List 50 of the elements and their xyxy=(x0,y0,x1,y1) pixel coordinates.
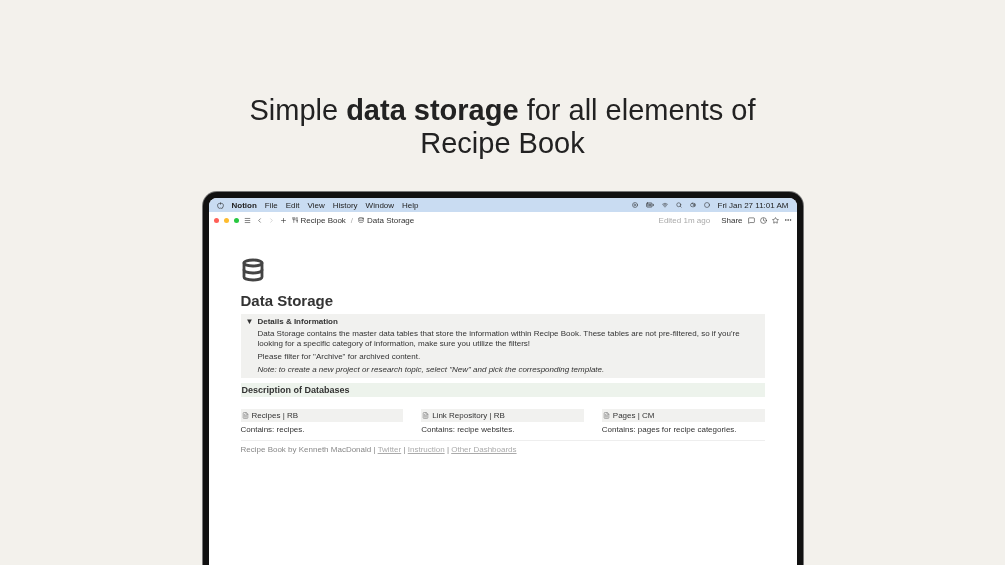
paragraph: Data Storage contains the master data tables that store the information within Recipe Book. These tables are not pre-filtered, so if you're looking for a specific category of information, make sure you utilize the filters! xyxy=(257,329,741,349)
headline: Simple data storage for all elements of Recipe Book xyxy=(248,94,757,160)
more-icon[interactable] xyxy=(783,216,792,224)
search-icon[interactable] xyxy=(675,202,682,208)
database-link[interactable]: Recipes | RB xyxy=(240,409,404,422)
zoom-dot[interactable] xyxy=(233,217,239,223)
paragraph: Please filter for "Archive" for archived content. xyxy=(257,352,422,362)
section-heading: Description of Databases xyxy=(240,383,765,397)
menu-item[interactable]: View xyxy=(307,200,325,210)
database-description: Contains: recipe websites. xyxy=(421,425,516,434)
database-description: Contains: pages for recipe categories. xyxy=(601,425,738,434)
database-icon xyxy=(240,258,265,282)
clock-icon[interactable] xyxy=(759,216,767,224)
close-dot[interactable] xyxy=(213,217,219,223)
utensils-icon xyxy=(291,217,298,223)
comment-icon[interactable] xyxy=(747,216,755,224)
battery-icon[interactable] xyxy=(645,201,654,209)
play-icon[interactable] xyxy=(631,202,638,208)
database-link[interactable]: Link Repository | RB xyxy=(421,409,584,422)
page-title: Data Storage xyxy=(240,292,335,309)
breadcrumb-separator: / xyxy=(350,215,354,225)
menu-item[interactable]: Help xyxy=(402,200,419,210)
apple-icon[interactable] xyxy=(216,201,224,209)
wifi-icon[interactable] xyxy=(661,202,668,208)
page-icon xyxy=(241,412,249,419)
paragraph: Note: to create a new project or research topic, select "New" and pick the corresponding template. xyxy=(257,365,606,375)
database-description: Contains: recipes. xyxy=(240,425,306,434)
back-icon[interactable] xyxy=(255,216,263,224)
menu-item[interactable]: Edit xyxy=(285,200,300,210)
toggle-header[interactable]: ▼ Details & Information xyxy=(245,317,760,326)
menu-item[interactable]: History xyxy=(332,200,358,210)
clock: Fri Jan 27 11:01 AM xyxy=(717,200,789,210)
database-link[interactable]: Pages | CM xyxy=(601,409,765,422)
edited-status: Edited 1m ago xyxy=(658,215,711,225)
app-menu[interactable]: Notion xyxy=(231,200,257,210)
database-icon xyxy=(358,217,365,223)
toggle-title: Details & Information xyxy=(257,317,338,326)
footer-text: Recipe Book by Kenneth MacDonald | Twitter | Instruction | Other Dashboards xyxy=(240,445,518,454)
menu-icon[interactable] xyxy=(243,216,251,224)
minimize-dot[interactable] xyxy=(223,217,229,223)
page-icon xyxy=(422,412,430,419)
menu-item[interactable]: File xyxy=(264,200,278,210)
page-icon xyxy=(602,412,610,419)
plus-icon[interactable] xyxy=(279,216,287,224)
breadcrumb[interactable]: Recipe Book xyxy=(291,215,346,225)
toggle-arrow[interactable]: ▼ xyxy=(245,317,254,326)
share-button[interactable]: Share xyxy=(721,215,743,225)
menu-item[interactable]: Window xyxy=(365,200,395,210)
breadcrumb[interactable]: Data Storage xyxy=(358,215,415,225)
star-icon[interactable] xyxy=(771,216,779,224)
